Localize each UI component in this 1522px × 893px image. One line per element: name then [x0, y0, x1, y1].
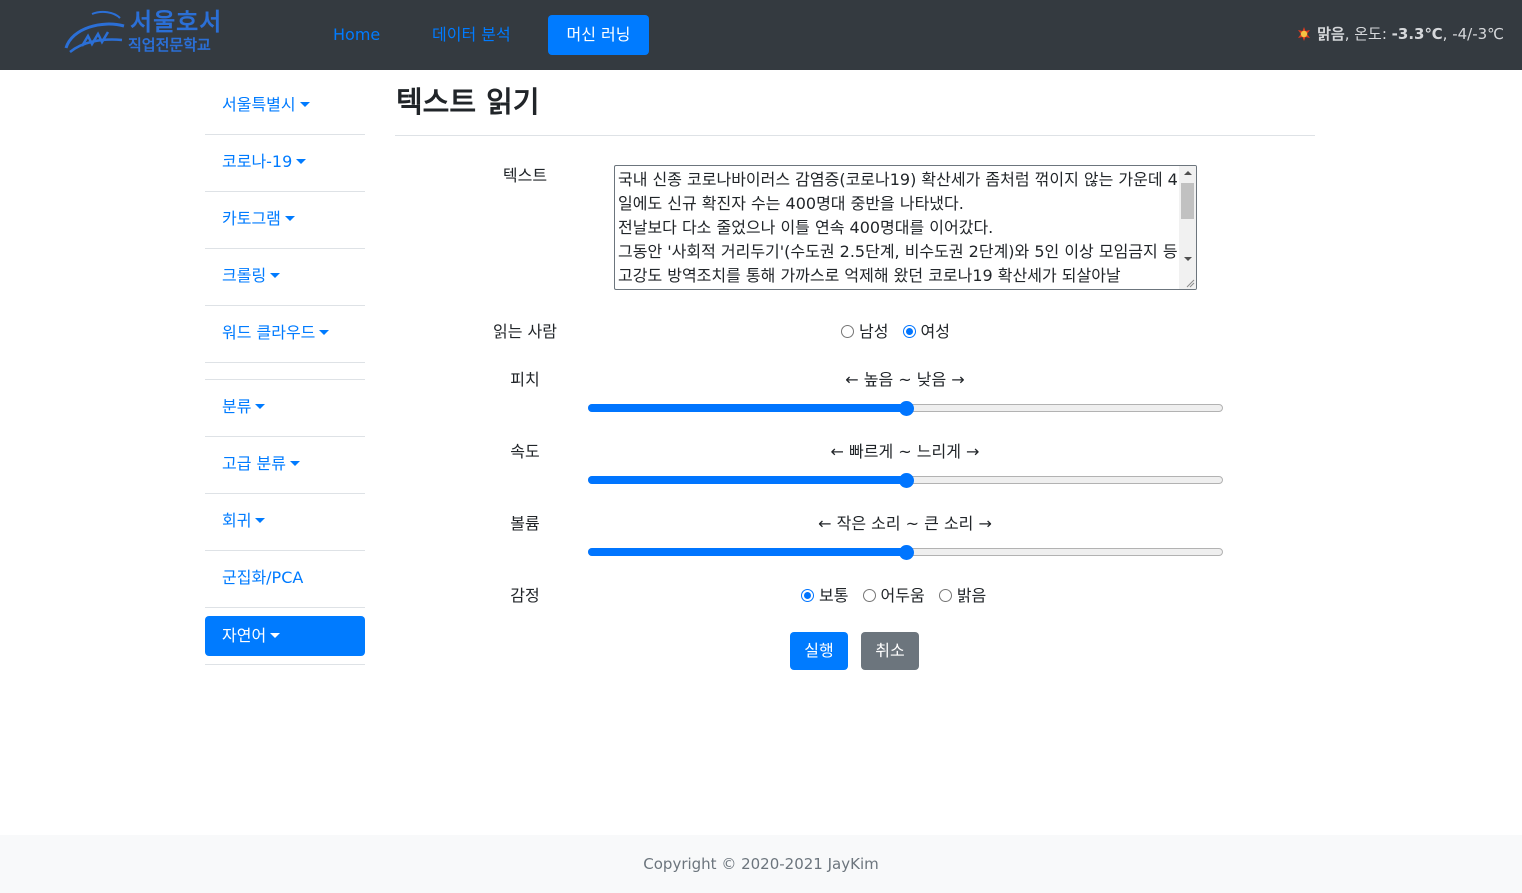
radio-button[interactable] — [938, 589, 952, 602]
run-button[interactable]: 실행 — [790, 632, 848, 670]
sidebar-item-label: 고급 분류 — [222, 454, 286, 473]
slider-thumb[interactable] — [898, 545, 914, 560]
radio-button[interactable] — [862, 589, 876, 602]
emotion-option-label: 보통 — [819, 586, 849, 605]
weather-widget: 맑음, 온도: -3.3℃, -4/-3℃ — [1297, 24, 1504, 44]
reader-option-female[interactable]: 여성 — [902, 321, 950, 343]
scroll-up-icon[interactable] — [1184, 171, 1192, 175]
pitch-slider[interactable] — [588, 399, 1223, 417]
slider-fill — [588, 404, 906, 412]
slider-fill — [588, 476, 906, 484]
page-title: 텍스트 읽기 — [396, 85, 540, 119]
pitch-label: 피치 — [510, 370, 540, 389]
weather-temp-label: 온도: — [1354, 25, 1387, 43]
caret-down-icon — [270, 273, 281, 278]
reader-option-label: 여성 — [920, 322, 950, 341]
slider-thumb[interactable] — [898, 473, 914, 488]
brand-logo-icon — [64, 10, 125, 53]
caret-down-icon — [299, 102, 310, 107]
sidebar-item-label: 분류 — [222, 397, 252, 416]
sidebar-item-label: 크롤링 — [222, 266, 267, 285]
sidebar: 서울특별시 코로나-19 카토그램 크롤링 워드 클라우드 분류 고급 분류 회… — [205, 78, 365, 665]
sidebar-active-wrapper: 자연어 — [205, 608, 365, 665]
sidebar-item-regression[interactable]: 회귀 — [205, 494, 365, 551]
nav-data-analysis-link[interactable]: 데이터 분석 — [415, 15, 528, 55]
sidebar-item-clustering[interactable]: 군집화/PCA — [205, 551, 365, 608]
reader-option-male[interactable]: 남성 — [841, 321, 888, 343]
sidebar-item-label: 회귀 — [222, 511, 252, 530]
reader-label: 읽는 사람 — [493, 322, 557, 341]
volume-slider[interactable] — [588, 543, 1223, 561]
caret-down-icon — [296, 159, 307, 164]
nav-home-link[interactable]: Home — [316, 15, 397, 55]
emotion-option-dark[interactable]: 어두움 — [862, 585, 925, 607]
reader-radio-group: 남성 여성 — [841, 321, 959, 343]
sidebar-item-label: 코로나-19 — [222, 152, 293, 171]
sidebar-item-advanced-classification[interactable]: 고급 분류 — [205, 437, 365, 494]
copyright-text: Copyright © 2020-2021 JayKim — [643, 855, 879, 873]
top-navbar: 서울호서 직업전문학교 Home 데이터 분석 머신 러닝 맑음, 온도: -3… — [0, 0, 1522, 70]
text-input-value: 국내 신종 코로나바이러스 감염증(코로나19) 확산세가 좀처럼 꺾이지 않는… — [618, 170, 1178, 285]
sidebar-item-classification[interactable]: 분류 — [205, 380, 365, 437]
brand-subtitle: 직업전문학교 — [128, 36, 211, 54]
weather-separator: , — [1344, 25, 1355, 43]
emotion-option-normal[interactable]: 보통 — [801, 585, 848, 607]
sun-icon — [1298, 27, 1311, 41]
title-divider — [395, 135, 1315, 136]
cancel-button[interactable]: 취소 — [861, 632, 919, 670]
textarea-scrollbar[interactable] — [1179, 166, 1196, 289]
sidebar-item-label: 카토그램 — [222, 209, 281, 228]
nav-machine-learning-link[interactable]: 머신 러닝 — [548, 15, 649, 55]
sidebar-item-cartogram[interactable]: 카토그램 — [205, 192, 365, 249]
sidebar-item-crawling[interactable]: 크롤링 — [205, 249, 365, 306]
sidebar-item-covid19[interactable]: 코로나-19 — [205, 135, 365, 192]
emotion-option-label: 어두움 — [880, 586, 925, 605]
caret-down-icon — [319, 330, 330, 335]
emotion-option-label: 밝음 — [956, 586, 987, 605]
caret-down-icon — [270, 633, 281, 638]
weather-temp: -3.3℃ — [1391, 25, 1443, 43]
slider-thumb[interactable] — [898, 401, 914, 416]
caret-down-icon — [255, 518, 266, 523]
caret-down-icon — [284, 216, 295, 221]
scrollbar-thumb[interactable] — [1181, 183, 1194, 219]
sidebar-item-label: 서울특별시 — [222, 95, 296, 114]
speed-hint: ← 빠르게 ~ 느리게 → — [830, 442, 980, 461]
brand-name: 서울호서 — [130, 8, 223, 36]
radio-button-checked[interactable] — [801, 589, 814, 602]
volume-hint: ← 작은 소리 ~ 큰 소리 → — [818, 514, 992, 533]
footer: Copyright © 2020-2021 JayKim — [0, 835, 1522, 893]
emotion-option-bright[interactable]: 밝음 — [938, 585, 987, 607]
volume-label: 볼륨 — [510, 514, 540, 533]
sidebar-item-wordcloud[interactable]: 워드 클라우드 — [205, 306, 365, 363]
text-input[interactable]: 국내 신종 코로나바이러스 감염증(코로나19) 확산세가 좀처럼 꺾이지 않는… — [614, 165, 1197, 290]
speed-slider[interactable] — [588, 471, 1223, 489]
speed-label: 속도 — [510, 442, 540, 461]
emotion-radio-group: 보통 어두움 밝음 — [801, 585, 995, 607]
sidebar-item-label: 자연어 — [222, 626, 267, 645]
sidebar-item-seoul[interactable]: 서울특별시 — [205, 78, 365, 135]
weather-range: -4/-3℃ — [1452, 25, 1504, 43]
radio-button[interactable] — [841, 325, 854, 338]
weather-condition: 맑음 — [1317, 25, 1345, 43]
sidebar-item-nlp[interactable]: 자연어 — [205, 616, 365, 656]
slider-fill — [588, 548, 906, 556]
resize-grip-icon[interactable] — [1185, 278, 1195, 288]
scroll-down-icon[interactable] — [1184, 257, 1192, 261]
sidebar-item-label: 워드 클라우드 — [222, 323, 316, 342]
caret-down-icon — [289, 461, 300, 466]
reader-option-label: 남성 — [859, 322, 889, 341]
sidebar-item-label: 군집화/PCA — [222, 568, 304, 587]
weather-separator-2: , — [1442, 25, 1453, 43]
radio-button-checked[interactable] — [902, 325, 916, 338]
emotion-label: 감정 — [510, 586, 540, 605]
sidebar-divider — [205, 363, 365, 380]
caret-down-icon — [255, 404, 266, 409]
text-label: 텍스트 — [502, 166, 548, 185]
pitch-hint: ← 높음 ~ 낮음 → — [845, 370, 965, 389]
